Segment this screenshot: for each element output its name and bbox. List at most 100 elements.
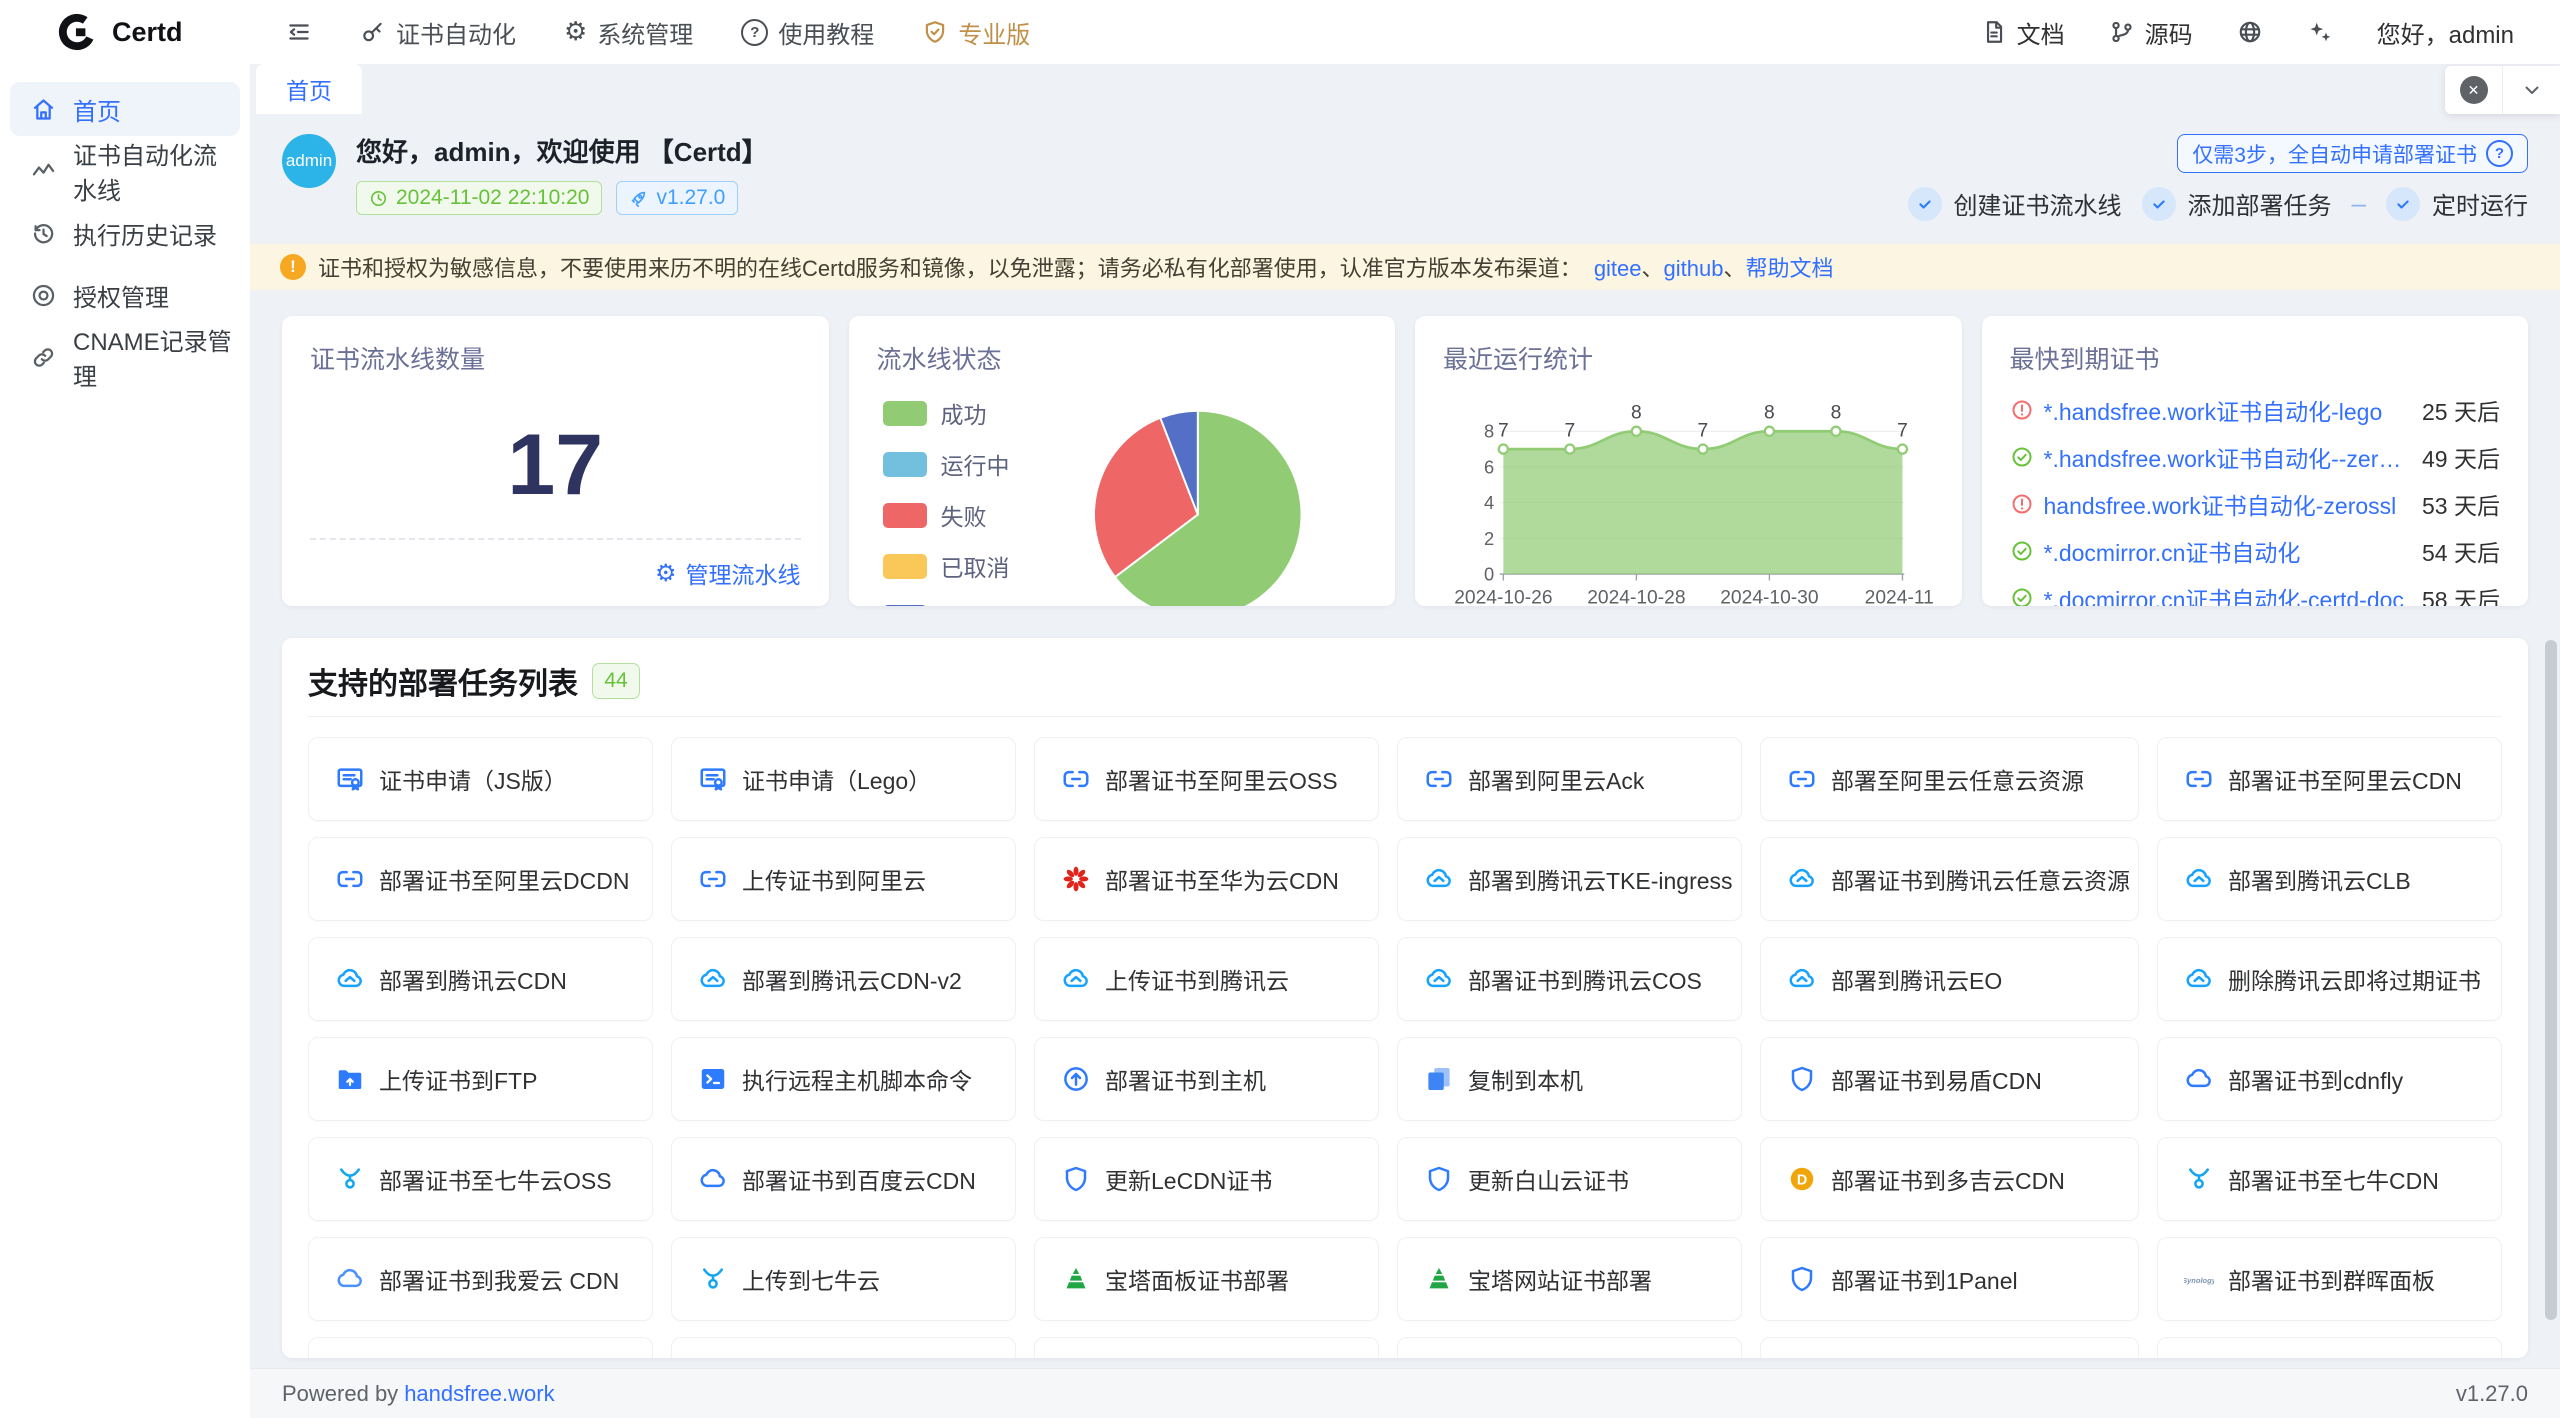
task-card[interactable]: 部署证书至阿里云CDN [2157, 737, 2502, 821]
task-card[interactable]: Synology部署证书到群晖面板 [2157, 1237, 2502, 1321]
sidebar-item-home[interactable]: 首页 [10, 82, 240, 136]
task-card[interactable]: 部署证书到我爱云 CDN [308, 1237, 653, 1321]
banner-link-gitee[interactable]: gitee [1594, 256, 1642, 281]
nav-cert-automation[interactable]: 证书自动化 [360, 15, 516, 50]
handsfree-link[interactable]: handsfree.work [404, 1381, 554, 1406]
task-card[interactable]: 部署到阿里云Ack [1397, 737, 1742, 821]
onboarding-step[interactable]: 创建证书流水线 [1908, 186, 2122, 221]
banner-link-github[interactable]: github [1664, 256, 1724, 281]
task-card-partial[interactable] [1760, 1337, 2139, 1358]
nav-system-management[interactable]: ⚙系统管理 [564, 15, 693, 50]
sidebar-item-pipelines[interactable]: 证书自动化流水线 [10, 144, 240, 198]
task-card[interactable]: 上传证书到腾讯云 [1034, 937, 1379, 1021]
welcome-section: admin 您好，admin，欢迎使用 【Certd】 2024-11-02 2… [282, 130, 2528, 234]
task-card[interactable]: 部署证书到百度云CDN [671, 1137, 1016, 1221]
task-card[interactable]: 上传证书到FTP [308, 1037, 653, 1121]
legend-item[interactable]: 失败 [883, 498, 1010, 532]
tencent-cloud-icon [1424, 864, 1454, 894]
pipeline-count-title: 证书流水线数量 [310, 340, 801, 376]
task-card-partial[interactable] [671, 1337, 1016, 1358]
banner-link-帮助文档[interactable]: 帮助文档 [1746, 256, 1834, 281]
legend-swatch [883, 452, 927, 477]
task-card[interactable]: 更新白山云证书 [1397, 1137, 1742, 1221]
task-card[interactable]: 复制到本机 [1397, 1037, 1742, 1121]
legend-item[interactable]: 已取消 [883, 549, 1010, 583]
header-source[interactable]: 源码 [2109, 15, 2193, 50]
task-card[interactable]: 更新LeCDN证书 [1034, 1137, 1379, 1221]
task-card-partial[interactable] [2157, 1337, 2502, 1358]
task-card[interactable]: 部署到腾讯云CDN [308, 937, 653, 1021]
sidebar: 首页证书自动化流水线执行历史记录授权管理 CNAME记录管理 [0, 64, 250, 1418]
sidebar-item-history[interactable]: 执行历史记录 [10, 206, 240, 260]
task-card[interactable]: 部署证书到腾讯云COS [1397, 937, 1742, 1021]
steps-hint-badge[interactable]: 仅需3步，全自动申请部署证书 ? [2177, 134, 2528, 173]
expiring-cert-link[interactable]: *.handsfree.work证书自动化--zerossl [2044, 440, 2407, 474]
sidebar-item-auth[interactable]: 授权管理 [10, 268, 240, 322]
task-card-label: 部署证书到多吉云CDN [1831, 1162, 2073, 1196]
task-card[interactable]: 部署证书到腾讯云任意云资源 [1760, 837, 2139, 921]
legend-item[interactable]: 运行中 [883, 447, 1010, 481]
tencent-cloud-icon [2184, 964, 2214, 994]
app-logo[interactable]: Certd [0, 11, 250, 53]
task-card[interactable]: 部署证书到主机 [1034, 1037, 1379, 1121]
task-card[interactable]: 部署证书到易盾CDN [1760, 1037, 2139, 1121]
task-card[interactable]: 部署证书至七牛云OSS [308, 1137, 653, 1221]
nav-tutorial[interactable]: ?使用教程 [741, 15, 874, 50]
task-card[interactable]: 部署证书到cdnfly [2157, 1037, 2502, 1121]
task-card-partial[interactable] [1034, 1337, 1379, 1358]
tab-close-button[interactable]: ✕ [2445, 66, 2502, 114]
tencent-cloud-icon [1787, 964, 1817, 994]
task-card[interactable]: 删除腾讯云即将过期证书 [2157, 937, 2502, 1021]
aliyun-icon [335, 864, 365, 894]
task-card-partial[interactable] [1397, 1337, 1742, 1358]
header-language[interactable] [2237, 19, 2263, 45]
task-card[interactable]: 执行远程主机脚本命令 [671, 1037, 1016, 1121]
task-card-label: 部署证书到cdnfly [2228, 1062, 2411, 1096]
legend-item[interactable]: 未执行 [883, 600, 1010, 606]
legend-item[interactable]: 成功 [883, 396, 1010, 430]
cert-icon [335, 764, 365, 794]
header-theme[interactable] [2307, 19, 2333, 45]
task-card[interactable]: 部署证书至阿里云OSS [1034, 737, 1379, 821]
expiring-cert-link[interactable]: *.docmirror.cn证书自动化 [2044, 534, 2407, 568]
nav-pro-edition[interactable]: 专业版 [922, 15, 1030, 50]
expiring-cert-link[interactable]: *.docmirror.cn证书自动化-certd-doc [2044, 581, 2407, 607]
task-card[interactable]: 部署证书至华为云CDN [1034, 837, 1379, 921]
pipeline-icon [30, 158, 57, 185]
sidebar-item-cname[interactable]: CNAME记录管理 [10, 330, 240, 384]
tab-menu-button[interactable] [2502, 66, 2560, 114]
task-card[interactable]: 部署到腾讯云TKE-ingress [1397, 837, 1742, 921]
task-card[interactable]: 部署到腾讯云CDN-v2 [671, 937, 1016, 1021]
header-user[interactable]: 您好，admin [2377, 15, 2514, 50]
version-badge[interactable]: v1.27.0 [616, 181, 738, 215]
question-icon: ? [2486, 140, 2513, 167]
task-card[interactable]: 部署证书至阿里云DCDN [308, 837, 653, 921]
onboarding-step[interactable]: 定时运行 [2386, 186, 2528, 221]
tab-home[interactable]: 首页 [256, 64, 362, 114]
task-card[interactable]: 宝塔面板证书部署 [1034, 1237, 1379, 1321]
manage-pipelines-link[interactable]: ⚙ 管理流水线 [655, 556, 801, 590]
task-card[interactable]: 部署到腾讯云EO [1760, 937, 2139, 1021]
expiring-cert-link[interactable]: *.handsfree.work证书自动化-lego [2044, 393, 2407, 427]
task-card[interactable]: 部署到腾讯云CLB [2157, 837, 2502, 921]
expiring-cert-link[interactable]: handsfree.work证书自动化-zerossl [2044, 487, 2407, 521]
svg-text:2024-10-28: 2024-10-28 [1587, 587, 1685, 606]
task-card[interactable]: 证书申请（JS版） [308, 737, 653, 821]
nav-collapse[interactable] [286, 19, 312, 45]
task-card[interactable]: 部署证书到1Panel [1760, 1237, 2139, 1321]
header-docs[interactable]: 文档 [1981, 15, 2065, 50]
task-card[interactable]: D部署证书到多吉云CDN [1760, 1137, 2139, 1221]
task-card[interactable]: 上传到七牛云 [671, 1237, 1016, 1321]
task-card[interactable]: 宝塔网站证书部署 [1397, 1237, 1742, 1321]
avatar[interactable]: admin [282, 134, 336, 188]
task-card-partial[interactable] [308, 1337, 653, 1358]
sidebar-item-history-label: 执行历史记录 [73, 216, 217, 251]
task-card[interactable]: 上传证书到阿里云 [671, 837, 1016, 921]
onboarding-step[interactable]: 添加部署任务 [2142, 186, 2332, 221]
task-card-label: 删除腾讯云即将过期证书 [2228, 962, 2489, 996]
task-card[interactable]: 部署至阿里云任意云资源 [1760, 737, 2139, 821]
scrollbar-thumb[interactable] [2545, 640, 2557, 1320]
deploy-tasks-header: 支持的部署任务列表 44 [308, 658, 2502, 704]
task-card[interactable]: 部署证书至七牛CDN [2157, 1137, 2502, 1221]
task-card[interactable]: 证书申请（Lego） [671, 737, 1016, 821]
